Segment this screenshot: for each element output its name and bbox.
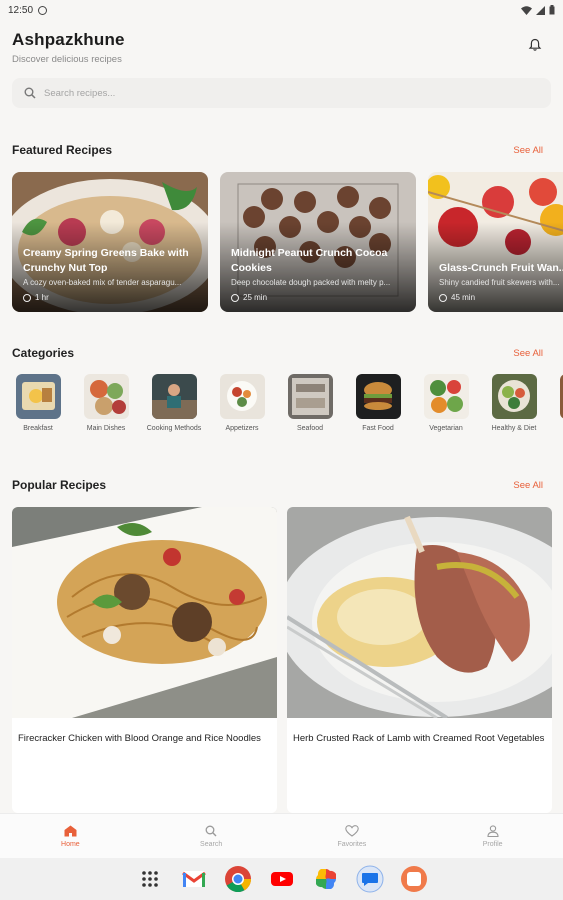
ashpazkhune-app-icon[interactable] bbox=[399, 864, 429, 894]
messages-icon[interactable] bbox=[355, 864, 385, 894]
nav-favorites-label: Favorites bbox=[337, 840, 367, 848]
notification-icon bbox=[38, 5, 48, 15]
category-label: Fast Food bbox=[362, 425, 394, 432]
app-header: Ashpazkhune Discover delicious recipes bbox=[12, 30, 552, 65]
category-label: Healthy & Diet bbox=[491, 425, 537, 432]
status-bar: 12:50 bbox=[0, 0, 563, 20]
featured-card-desc: Deep chocolate dough packed with melty p… bbox=[231, 278, 391, 287]
category-item[interactable]: Appetizers bbox=[212, 374, 272, 434]
featured-card[interactable]: Glass-Crunch Fruit Wan... Shiny candied … bbox=[428, 172, 563, 312]
recipe-photo bbox=[12, 507, 277, 718]
popular-title: Popular Recipes bbox=[12, 478, 107, 492]
category-label: Cooking Methods bbox=[146, 425, 202, 432]
category-item[interactable]: Breakfast bbox=[12, 374, 68, 434]
clock-icon bbox=[439, 293, 447, 302]
nav-search[interactable]: Search bbox=[141, 814, 281, 858]
notification-bell-icon[interactable] bbox=[528, 38, 542, 52]
app-drawer-icon[interactable] bbox=[135, 864, 165, 894]
featured-card-time: 45 min bbox=[451, 293, 476, 302]
category-image bbox=[559, 374, 563, 419]
category-image bbox=[219, 374, 265, 419]
home-icon bbox=[64, 825, 77, 836]
category-image bbox=[151, 374, 197, 419]
category-label: Appetizers bbox=[225, 425, 259, 432]
categories-list[interactable]: Breakfast Main Dishes Cooking Methods Ap… bbox=[12, 374, 563, 454]
category-image bbox=[287, 374, 333, 419]
popular-header: Popular Recipes See All bbox=[12, 478, 543, 492]
category-image bbox=[423, 374, 469, 419]
chrome-icon[interactable] bbox=[223, 864, 253, 894]
featured-see-all-button[interactable]: See All bbox=[513, 145, 543, 156]
category-label: Vegetarian bbox=[429, 425, 463, 432]
category-item[interactable]: Vegetarian bbox=[416, 374, 476, 434]
featured-title: Featured Recipes bbox=[12, 143, 113, 157]
person-icon bbox=[487, 824, 499, 837]
featured-card-time: 25 min bbox=[243, 293, 268, 302]
categories-header: Categories See All bbox=[12, 346, 543, 360]
search-icon bbox=[205, 825, 217, 836]
status-time: 12:50 bbox=[8, 4, 34, 16]
featured-card-title: Glass-Crunch Fruit Wan... bbox=[439, 262, 563, 274]
battery-icon bbox=[549, 5, 555, 15]
nav-profile[interactable]: Profile bbox=[423, 814, 563, 858]
featured-card-time: 1 hr bbox=[35, 293, 49, 302]
app-subtitle: Discover delicious recipes bbox=[12, 54, 122, 65]
category-item[interactable]: Main Dishes bbox=[76, 374, 136, 434]
category-label: Main Dishes bbox=[86, 425, 126, 432]
category-item[interactable]: Fast Food bbox=[348, 374, 408, 434]
category-item[interactable] bbox=[552, 374, 563, 419]
categories-title: Categories bbox=[12, 346, 75, 360]
nav-profile-label: Profile bbox=[482, 840, 503, 848]
photos-icon[interactable] bbox=[311, 864, 341, 894]
gmail-icon[interactable] bbox=[179, 864, 209, 894]
nav-favorites[interactable]: Favorites bbox=[282, 814, 422, 858]
youtube-icon[interactable] bbox=[267, 864, 297, 894]
heart-icon bbox=[345, 824, 359, 837]
nav-home-label: Home bbox=[61, 840, 80, 848]
popular-see-all-button[interactable]: See All bbox=[513, 480, 543, 491]
search-input[interactable] bbox=[44, 87, 504, 99]
search-bar[interactable] bbox=[12, 78, 551, 108]
clock-icon bbox=[231, 293, 239, 302]
popular-recipe-title: Herb Crusted Rack of Lamb with Creamed R… bbox=[293, 733, 545, 744]
recipe-photo bbox=[287, 507, 552, 720]
popular-recipe-card[interactable]: Herb Crusted Rack of Lamb with Creamed R… bbox=[287, 507, 552, 813]
nav-search-label: Search bbox=[200, 840, 223, 848]
cellular-icon bbox=[536, 5, 545, 15]
category-image bbox=[491, 374, 537, 419]
category-image bbox=[15, 374, 61, 419]
category-item[interactable]: Cooking Methods bbox=[144, 374, 204, 434]
category-image bbox=[83, 374, 129, 419]
popular-recipe-title: Firecracker Chicken with Blood Orange an… bbox=[18, 733, 261, 744]
featured-card-title: Creamy Spring Greens Bake with Crunchy N… bbox=[23, 247, 189, 274]
nav-home[interactable]: Home bbox=[0, 814, 140, 858]
category-image bbox=[355, 374, 401, 419]
featured-card[interactable]: Creamy Spring Greens Bake with Crunchy N… bbox=[12, 172, 208, 312]
categories-see-all-button[interactable]: See All bbox=[513, 348, 543, 359]
popular-recipe-card[interactable]: Firecracker Chicken with Blood Orange an… bbox=[12, 507, 277, 813]
category-item[interactable]: Healthy & Diet bbox=[484, 374, 544, 434]
featured-card[interactable]: Midnight Peanut Crunch Cocoa Cookies Dee… bbox=[220, 172, 416, 312]
category-label: Seafood bbox=[296, 425, 324, 432]
clock-icon bbox=[23, 293, 31, 302]
featured-card-desc: A cozy oven-baked mix of tender asparagu… bbox=[23, 278, 182, 287]
featured-carousel[interactable]: Creamy Spring Greens Bake with Crunchy N… bbox=[12, 172, 563, 312]
bottom-navigation: Home Search Favorites Profile bbox=[0, 813, 563, 858]
featured-card-desc: Shiny candied fruit skewers with... bbox=[439, 278, 560, 287]
category-item[interactable]: Seafood bbox=[280, 374, 340, 434]
app-title: Ashpazkhune bbox=[12, 30, 125, 49]
category-label: Breakfast bbox=[23, 425, 53, 432]
system-dock bbox=[0, 858, 563, 900]
search-icon bbox=[24, 87, 36, 99]
featured-card-title: Midnight Peanut Crunch Cocoa Cookies bbox=[231, 247, 388, 274]
wifi-icon bbox=[521, 5, 532, 15]
featured-header: Featured Recipes See All bbox=[12, 143, 543, 157]
